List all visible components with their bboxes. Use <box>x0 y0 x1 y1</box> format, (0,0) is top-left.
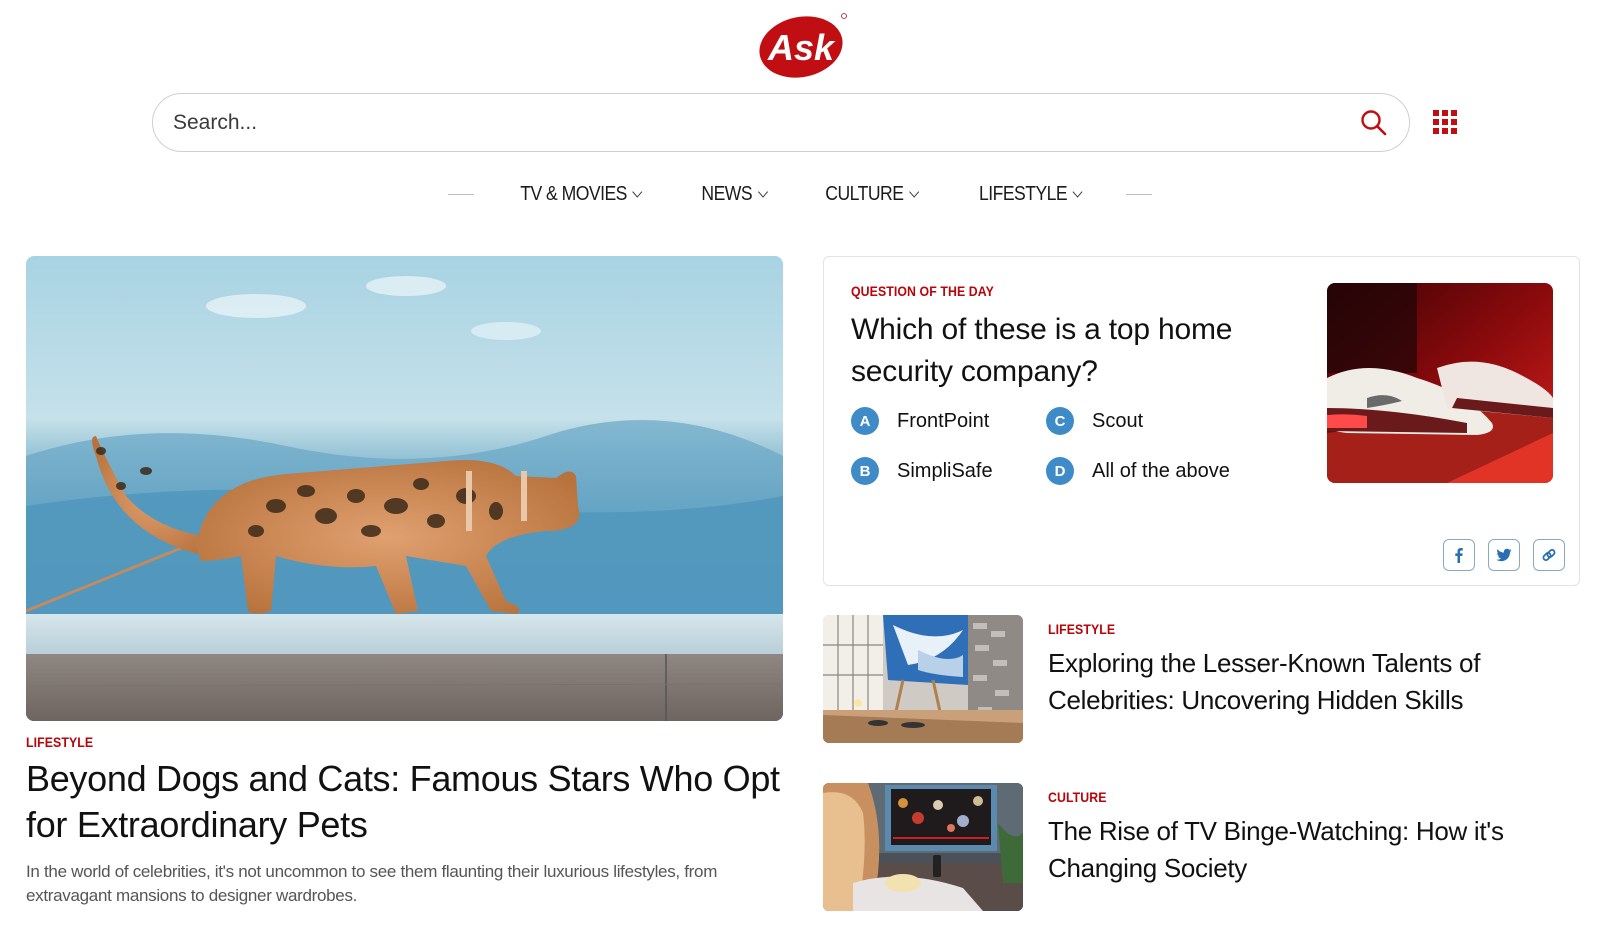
hero-description: In the world of celebrities, it's not un… <box>26 862 718 905</box>
artist-studio-image <box>823 615 1023 743</box>
facebook-icon <box>1455 548 1463 563</box>
article-thumbnail <box>823 783 1023 911</box>
chevron-down-icon <box>1072 185 1083 198</box>
question-of-the-day-card: QUESTION OF THE DAY Which of these is a … <box>823 256 1580 586</box>
answer-letter-badge: C <box>1046 407 1074 435</box>
sneakers-image <box>1327 283 1553 483</box>
nav-item-tv-movies[interactable]: TV & MOVIES <box>520 183 643 206</box>
side-article[interactable]: CULTURE The Rise of TV Binge-Watching: H… <box>823 783 1580 911</box>
side-article[interactable]: LIFESTYLE Exploring the Lesser-Known Tal… <box>823 615 1580 743</box>
twitter-icon <box>1496 548 1512 562</box>
qotd-answers: A FrontPoint C Scout B SimpliSafe D All … <box>851 407 1271 485</box>
nav-item-news[interactable]: NEWS <box>702 183 768 206</box>
chevron-down-icon <box>632 185 643 198</box>
search-button[interactable] <box>1359 108 1389 138</box>
tv-watching-image <box>823 783 1023 911</box>
answer-letter-badge: B <box>851 457 879 485</box>
answer-option-b[interactable]: B SimpliSafe <box>851 457 1046 485</box>
search-bar <box>152 93 1410 152</box>
qotd-label: QUESTION OF THE DAY <box>851 283 994 299</box>
copy-link-button[interactable] <box>1533 539 1565 571</box>
search-input[interactable] <box>173 94 1323 151</box>
answer-option-d[interactable]: D All of the above <box>1046 457 1266 485</box>
answer-option-c[interactable]: C Scout <box>1046 407 1266 435</box>
twitter-share-button[interactable] <box>1488 539 1520 571</box>
apps-grid-button[interactable] <box>1433 110 1457 134</box>
facebook-share-button[interactable] <box>1443 539 1475 571</box>
cat-image <box>26 256 783 721</box>
chevron-down-icon <box>908 185 919 198</box>
ask-logo[interactable]: Ask <box>759 10 849 80</box>
chevron-down-icon <box>757 185 768 198</box>
search-icon <box>1361 110 1387 136</box>
article-title[interactable]: Exploring the Lesser-Known Talents of Ce… <box>1048 645 1548 719</box>
hero-title[interactable]: Beyond Dogs and Cats: Famous Stars Who O… <box>26 756 786 848</box>
nav-item-lifestyle[interactable]: LIFESTYLE <box>979 183 1083 206</box>
answer-letter-badge: D <box>1046 457 1074 485</box>
svg-text:Ask: Ask <box>767 27 836 68</box>
article-thumbnail <box>823 615 1023 743</box>
hero-category[interactable]: LIFESTYLE <box>26 734 102 752</box>
nav-item-culture[interactable]: CULTURE <box>825 183 919 206</box>
nav-divider <box>1125 193 1152 195</box>
hero-image[interactable] <box>26 256 783 721</box>
article-title[interactable]: The Rise of TV Binge-Watching: How it's … <box>1048 813 1548 887</box>
apps-grid-icon <box>1433 110 1439 116</box>
qotd-image <box>1327 283 1553 483</box>
answer-option-a[interactable]: A FrontPoint <box>851 407 1046 435</box>
nav-divider <box>448 193 475 195</box>
share-buttons <box>1443 539 1565 571</box>
link-icon <box>1542 549 1556 561</box>
article-category: CULTURE <box>1048 789 1107 805</box>
qotd-question: Which of these is a top home security co… <box>851 313 1233 388</box>
answer-letter-badge: A <box>851 407 879 435</box>
ask-logo-icon: Ask <box>759 13 847 78</box>
article-category: LIFESTYLE <box>1048 621 1116 637</box>
main-nav: TV & MOVIES NEWS CULTURE LIFESTYLE <box>0 176 1600 212</box>
